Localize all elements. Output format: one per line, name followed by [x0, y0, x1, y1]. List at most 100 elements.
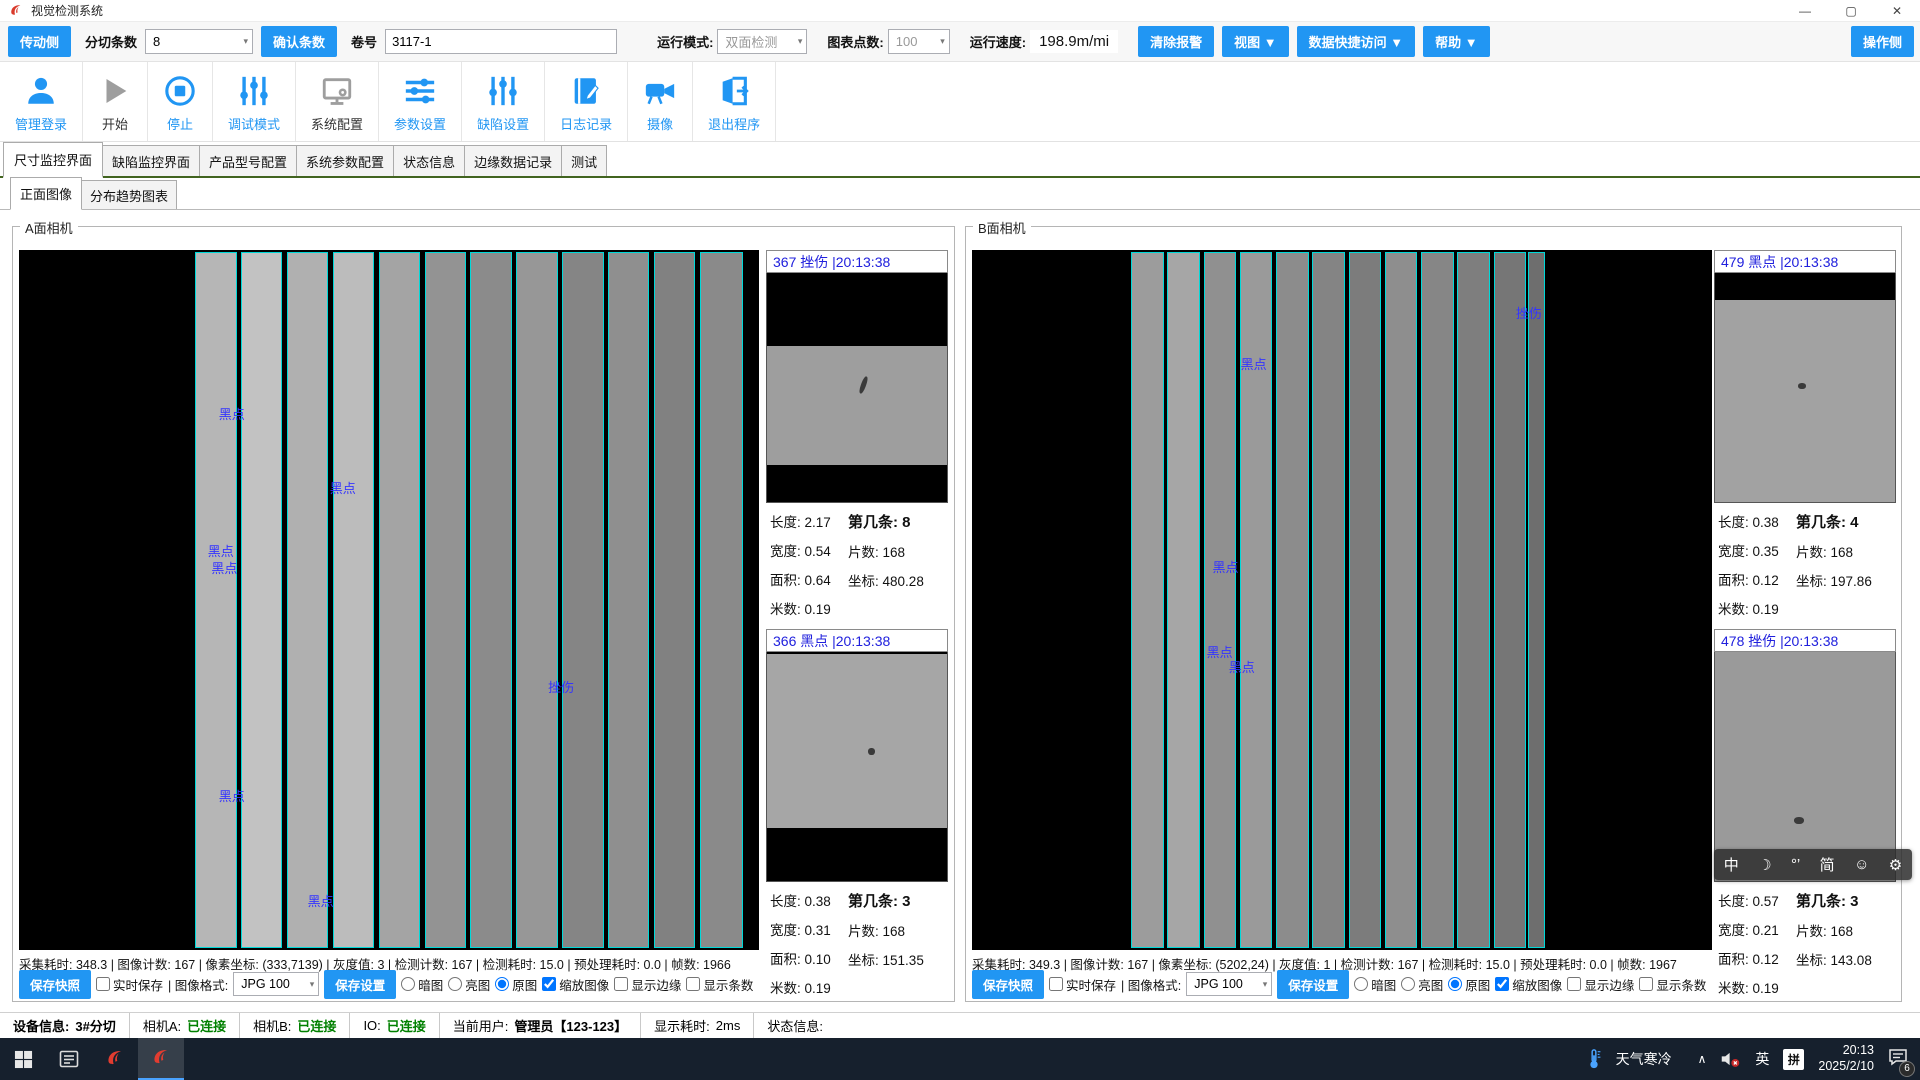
language-indicator[interactable]: 英 [1755, 1049, 1769, 1069]
clear-alarm-button[interactable]: 清除报警 [1138, 26, 1214, 57]
dark-image-input[interactable] [401, 977, 415, 991]
help-menu-button[interactable]: 帮助 ▼ [1423, 26, 1489, 57]
camera-b-label: 相机B: [253, 1016, 291, 1035]
action-center-button[interactable]: 6 [1888, 1047, 1908, 1072]
stat-coord: 坐标: 151.35 [848, 949, 924, 969]
start-button[interactable] [0, 1038, 46, 1080]
display-time-cell: 显示耗时: 2ms [641, 1013, 754, 1038]
original-image-input[interactable] [495, 977, 509, 991]
start-button[interactable]: 开始 [83, 62, 148, 141]
film-strip [608, 252, 649, 948]
chart-points-select[interactable]: 100▾ [888, 29, 950, 54]
save-settings-button[interactable]: 保存设置 [1277, 970, 1349, 999]
show-count-checkbox[interactable]: 显示条数 [1639, 975, 1706, 994]
run-mode-label: 运行模式: [657, 32, 713, 51]
show-count-input[interactable] [686, 977, 700, 991]
chart-points-label: 图表点数: [827, 32, 883, 51]
simplified-chinese-button[interactable]: 简 [1818, 854, 1837, 875]
stop-button[interactable]: 停止 [148, 62, 213, 141]
defect-photo-region [767, 346, 947, 465]
admin-login-button[interactable]: 管理登录 [0, 62, 83, 141]
show-count-input[interactable] [1639, 977, 1653, 991]
maximize-button[interactable]: ▢ [1828, 0, 1874, 22]
show-edge-checkbox[interactable]: 显示边缘 [614, 975, 681, 994]
operate-side-button[interactable]: 操作侧 [1851, 26, 1914, 57]
zoom-image-checkbox[interactable]: 缩放图像 [1495, 975, 1562, 994]
zoom-image-checkbox[interactable]: 缩放图像 [542, 975, 609, 994]
tab-test[interactable]: 测试 [561, 145, 607, 176]
speaker-muted-icon[interactable] [1720, 1050, 1741, 1068]
defect-card-column-a: 367 挫伤 |20:13:38 长度: 2.17 宽度: 0.54 面积: 0… [766, 250, 948, 1008]
ime-pinyin-indicator[interactable]: 拼 [1783, 1049, 1804, 1070]
moon-icon[interactable]: ☽ [1756, 856, 1773, 874]
image-format-select[interactable]: JPG 100▾ [233, 972, 319, 996]
show-edge-checkbox[interactable]: 显示边缘 [1567, 975, 1634, 994]
taskbar-clock[interactable]: 20:13 2025/2/10 [1818, 1043, 1874, 1074]
debug-mode-button[interactable]: 调试模式 [213, 62, 296, 141]
save-snapshot-button[interactable]: 保存快照 [972, 970, 1044, 999]
tab-dimension-monitor[interactable]: 尺寸监控界面 [3, 142, 103, 178]
show-edge-input[interactable] [1567, 977, 1581, 991]
data-quick-access-menu-button[interactable]: 数据快捷访问 ▼ [1297, 26, 1415, 57]
zoom-image-input[interactable] [542, 977, 556, 991]
exit-program-button[interactable]: 退出程序 [693, 62, 776, 141]
punctuation-toggle-button[interactable]: °’ [1789, 856, 1802, 873]
camera-button[interactable]: 摄像 [628, 62, 693, 141]
tray-expand-chevron[interactable]: ∧ [1698, 1052, 1707, 1066]
minimize-button[interactable]: — [1782, 0, 1828, 22]
bright-image-input[interactable] [1401, 977, 1415, 991]
tab-status-info[interactable]: 状态信息 [393, 145, 465, 176]
stat-meters: 米数: 0.19 [1718, 598, 1796, 618]
original-image-radio[interactable]: 原图 [1448, 975, 1490, 994]
show-edge-input[interactable] [614, 977, 628, 991]
tab-front-image[interactable]: 正面图像 [10, 177, 82, 210]
defect-annotation: 黑点 [1229, 657, 1255, 676]
dark-image-input[interactable] [1354, 977, 1368, 991]
realtime-save-input[interactable] [96, 977, 110, 991]
bright-image-radio[interactable]: 亮图 [448, 975, 490, 994]
dark-image-radio[interactable]: 暗图 [1354, 975, 1396, 994]
image-format-select[interactable]: JPG 100▾ [1186, 972, 1272, 996]
realtime-save-input[interactable] [1049, 977, 1063, 991]
original-image-input[interactable] [1448, 977, 1462, 991]
emoji-icon[interactable]: ☺ [1852, 856, 1871, 873]
drive-side-button[interactable]: 传动侧 [8, 26, 71, 57]
defect-settings-button[interactable]: 缺陷设置 [462, 62, 545, 141]
show-count-checkbox[interactable]: 显示条数 [686, 975, 753, 994]
tab-defect-monitor[interactable]: 缺陷监控界面 [102, 145, 200, 176]
film-strip [1276, 252, 1309, 948]
confirm-count-button[interactable]: 确认条数 [261, 26, 337, 57]
zoom-image-input[interactable] [1495, 977, 1509, 991]
taskbar-pinned-app-button[interactable] [92, 1038, 138, 1080]
save-settings-button[interactable]: 保存设置 [324, 970, 396, 999]
save-snapshot-button[interactable]: 保存快照 [19, 970, 91, 999]
param-settings-button[interactable]: 参数设置 [379, 62, 462, 141]
stat-value: 0.38 [805, 894, 831, 909]
camera-image-b: 挫伤黑点黑点黑点黑点 [972, 250, 1712, 950]
realtime-save-checkbox[interactable]: 实时保存 [96, 975, 163, 994]
run-mode-select[interactable]: 双面检测▾ [717, 29, 807, 54]
bright-image-input[interactable] [448, 977, 462, 991]
stat-value: 168 [883, 545, 906, 560]
defect-card-image [1714, 652, 1896, 882]
taskbar-running-app-button[interactable] [138, 1038, 184, 1080]
weather-text[interactable]: 天气寒冷 [1616, 1049, 1672, 1069]
slit-count-select[interactable]: 8▾ [145, 29, 253, 54]
tab-distribution-chart[interactable]: 分布趋势图表 [81, 180, 177, 209]
view-menu-button[interactable]: 视图 ▼ [1222, 26, 1288, 57]
log-record-button[interactable]: 日志记录 [545, 62, 628, 141]
dark-image-radio[interactable]: 暗图 [401, 975, 443, 994]
tab-product-model-config[interactable]: 产品型号配置 [199, 145, 297, 176]
system-config-button[interactable]: 系统配置 [296, 62, 379, 141]
taskbar-app-button[interactable] [46, 1038, 92, 1080]
tab-system-param-config[interactable]: 系统参数配置 [296, 145, 394, 176]
tab-edge-data-record[interactable]: 边缘数据记录 [464, 145, 562, 176]
bright-image-radio[interactable]: 亮图 [1401, 975, 1443, 994]
close-button[interactable]: ✕ [1874, 0, 1920, 22]
stat-value: 0.19 [1753, 602, 1779, 617]
realtime-save-checkbox[interactable]: 实时保存 [1049, 975, 1116, 994]
original-image-radio[interactable]: 原图 [495, 975, 537, 994]
gear-icon[interactable]: ⚙ [1887, 856, 1904, 874]
roll-input[interactable] [385, 29, 617, 54]
ime-cn-mode-button[interactable]: 中 [1722, 854, 1741, 875]
